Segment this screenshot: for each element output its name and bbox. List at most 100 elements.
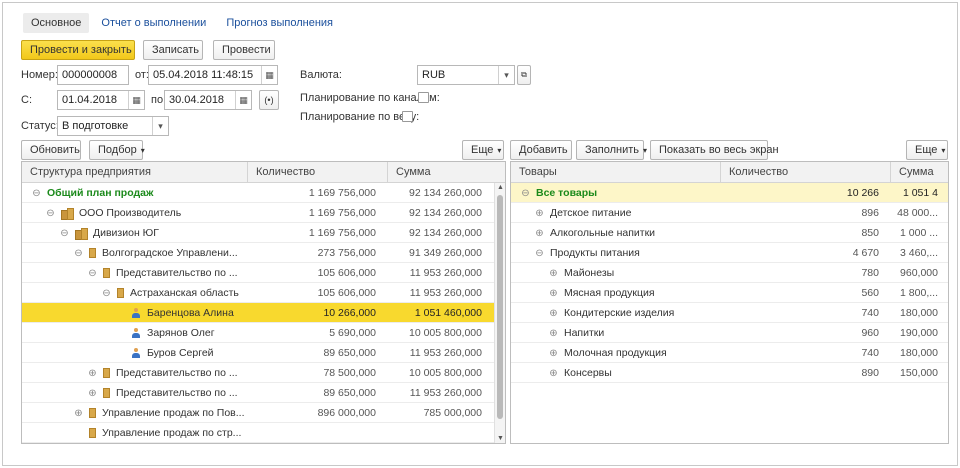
table-row[interactable]: ⊕ Детское питание 896 48 000... bbox=[511, 203, 948, 223]
open-currency-button[interactable]: ⧉ bbox=[517, 65, 531, 85]
add-button[interactable]: Добавить bbox=[510, 140, 572, 160]
pick-button[interactable]: Подбор ▾ bbox=[89, 140, 145, 160]
expand-icon[interactable]: ⊕ bbox=[88, 388, 97, 398]
table-row[interactable]: ⊕ Мясная продукция 560 1 800,... bbox=[511, 283, 948, 303]
table-row[interactable]: Баренцова Алина 10 266,000 1 051 460,000 bbox=[22, 303, 494, 323]
table-row[interactable]: ⊕ Представительство по ... 78 500,000 10 00… bbox=[22, 363, 494, 383]
expand-icon[interactable]: ⊕ bbox=[549, 348, 558, 358]
column-header-goods[interactable]: Товары bbox=[511, 162, 721, 183]
scrollbar-thumb[interactable] bbox=[497, 195, 503, 419]
quantity-cell: 105 606,000 bbox=[317, 287, 376, 299]
expand-icon[interactable]: ⊕ bbox=[535, 228, 544, 238]
collapse-icon[interactable]: ⊖ bbox=[535, 248, 544, 258]
column-header-sum[interactable]: Сумма bbox=[388, 162, 505, 183]
table-row[interactable]: ⊖ Волгоградское Управлени... 273 756,000 91… bbox=[22, 243, 494, 263]
enterprise-structure-table: Структура предприятия Количество Сумма ⊖… bbox=[21, 161, 506, 444]
table-row[interactable]: ⊖ Дивизион ЮГ 1 169 756,000 92 134 260,000 bbox=[22, 223, 494, 243]
collapse-icon[interactable]: ⊖ bbox=[102, 288, 111, 298]
status-select[interactable]: В подготовке ▾ bbox=[57, 116, 169, 136]
table-row[interactable]: ⊕ Управление продаж по Пов... 896 000,000 7… bbox=[22, 403, 494, 423]
channels-checkbox[interactable] bbox=[418, 92, 429, 103]
expand-icon[interactable]: ⊕ bbox=[549, 268, 558, 278]
quantity-cell: 1 169 756,000 bbox=[308, 227, 376, 239]
name-cell: ⊕ Кондитерские изделия bbox=[511, 303, 721, 323]
quantity-cell: 780 bbox=[861, 267, 879, 279]
table-row[interactable]: Буров Сергей 89 650,000 11 953 260,000 bbox=[22, 343, 494, 363]
table-row[interactable]: ⊖ Все товары 10 266 1 051 4 bbox=[511, 183, 948, 203]
column-header-quantity[interactable]: Количество bbox=[248, 162, 388, 183]
sum-cell: 11 953 260,000 bbox=[409, 387, 482, 399]
collapse-icon[interactable]: ⊖ bbox=[46, 208, 55, 218]
table-row[interactable]: ⊖ Представительство по ... 105 606,000 11 9… bbox=[22, 263, 494, 283]
chevron-down-icon[interactable]: ▾ bbox=[498, 66, 514, 84]
expand-icon[interactable]: ⊕ bbox=[549, 308, 558, 318]
start-date-field[interactable]: 01.04.2018 ▦ bbox=[57, 90, 145, 110]
row-label: Молочная продукция bbox=[564, 347, 667, 359]
collapse-icon[interactable]: ⊖ bbox=[60, 228, 69, 238]
table-row[interactable]: ⊖ Астраханская область 105 606,000 11 953 2… bbox=[22, 283, 494, 303]
expand-icon[interactable]: ⊕ bbox=[549, 368, 558, 378]
table-row[interactable]: Зарянов Олег 5 690,000 10 005 800,000 bbox=[22, 323, 494, 343]
name-cell: Управление продаж по стр... bbox=[22, 423, 248, 443]
expand-icon[interactable]: ⊕ bbox=[549, 288, 558, 298]
quantity-cell: 960 bbox=[861, 327, 879, 339]
expand-icon[interactable]: ⊕ bbox=[549, 328, 558, 338]
end-date-value: 30.04.2018 bbox=[169, 94, 225, 106]
tab-main[interactable]: Основное bbox=[23, 13, 90, 33]
tab-execution-forecast[interactable]: Прогноз выполнения bbox=[218, 13, 341, 33]
name-cell: ⊖ Все товары bbox=[511, 183, 721, 203]
collapse-icon[interactable]: ⊖ bbox=[74, 248, 83, 258]
expand-icon[interactable]: ⊕ bbox=[535, 208, 544, 218]
table-row[interactable]: ⊕ Кондитерские изделия 740 180,000 bbox=[511, 303, 948, 323]
column-header-quantity[interactable]: Количество bbox=[721, 162, 891, 183]
post-and-close-button[interactable]: Провести и закрыть bbox=[21, 40, 135, 60]
right-more-button[interactable]: Еще ▾ bbox=[906, 140, 948, 160]
left-more-button[interactable]: Еще ▾ bbox=[462, 140, 504, 160]
collapse-icon[interactable]: ⊖ bbox=[521, 188, 530, 198]
expand-icon[interactable]: ⊕ bbox=[88, 368, 97, 378]
calendar-icon[interactable]: ▦ bbox=[235, 91, 251, 109]
period-select-button[interactable]: (•) bbox=[259, 90, 279, 110]
fill-button[interactable]: Заполнить ▾ bbox=[576, 140, 647, 160]
scroll-down-icon[interactable]: ▼ bbox=[495, 435, 505, 442]
number-field[interactable]: 000000008 bbox=[57, 65, 129, 85]
row-label: Дивизион ЮГ bbox=[93, 227, 159, 239]
chevron-down-icon[interactable]: ▾ bbox=[152, 117, 168, 135]
date-time-field[interactable]: 05.04.2018 11:48:15 ▦ bbox=[148, 65, 278, 85]
vertical-scrollbar[interactable]: ▲ ▼ bbox=[494, 183, 505, 443]
name-cell: ⊕ Молочная продукция bbox=[511, 343, 721, 363]
post-button[interactable]: Провести bbox=[213, 40, 275, 60]
sum-cell: 1 051 4 bbox=[902, 187, 938, 199]
currency-select[interactable]: RUB ▾ bbox=[417, 65, 515, 85]
collapse-icon[interactable]: ⊖ bbox=[32, 188, 41, 198]
row-label: Продукты питания bbox=[550, 247, 640, 259]
calendar-icon[interactable]: ▦ bbox=[261, 66, 277, 84]
table-row[interactable]: Управление продаж по стр... bbox=[22, 423, 494, 443]
weight-checkbox[interactable] bbox=[402, 111, 413, 122]
column-header-sum[interactable]: Сумма bbox=[891, 162, 948, 183]
table-row[interactable]: ⊖ ООО Производитель 1 169 756,000 92 134 26… bbox=[22, 203, 494, 223]
end-date-field[interactable]: 30.04.2018 ▦ bbox=[164, 90, 252, 110]
column-header-structure[interactable]: Структура предприятия bbox=[22, 162, 248, 183]
table-row[interactable]: ⊖ Общий план продаж 1 169 756,000 92 134 26… bbox=[22, 183, 494, 203]
expand-icon[interactable]: ⊕ bbox=[74, 408, 83, 418]
scroll-up-icon[interactable]: ▲ bbox=[495, 184, 505, 191]
name-cell: ⊖ Волгоградское Управлени... bbox=[22, 243, 248, 263]
table-row[interactable]: ⊕ Представительство по ... 89 650,000 11 95… bbox=[22, 383, 494, 403]
chevron-down-icon: ▾ bbox=[941, 146, 946, 155]
tab-execution-report[interactable]: Отчет о выполнении bbox=[93, 13, 214, 33]
table-row[interactable]: ⊕ Молочная продукция 740 180,000 bbox=[511, 343, 948, 363]
name-cell: Баренцова Алина bbox=[22, 303, 248, 323]
table-row[interactable]: ⊖ Продукты питания 4 670 3 460,... bbox=[511, 243, 948, 263]
collapse-icon[interactable]: ⊖ bbox=[88, 268, 97, 278]
table-row[interactable]: ⊕ Консервы 890 150,000 bbox=[511, 363, 948, 383]
table-row[interactable]: ⊕ Майонезы 780 960,000 bbox=[511, 263, 948, 283]
calendar-icon[interactable]: ▦ bbox=[128, 91, 144, 109]
row-label: Управление продаж по Пов... bbox=[102, 407, 245, 419]
fullscreen-button[interactable]: Показать во весь экран bbox=[650, 140, 779, 160]
table-row[interactable]: ⊕ Напитки 960 190,000 bbox=[511, 323, 948, 343]
quantity-cell: 560 bbox=[861, 287, 879, 299]
table-row[interactable]: ⊕ Алкогольные напитки 850 1 000 ... bbox=[511, 223, 948, 243]
save-button[interactable]: Записать bbox=[143, 40, 203, 60]
refresh-button[interactable]: Обновить bbox=[21, 140, 81, 160]
